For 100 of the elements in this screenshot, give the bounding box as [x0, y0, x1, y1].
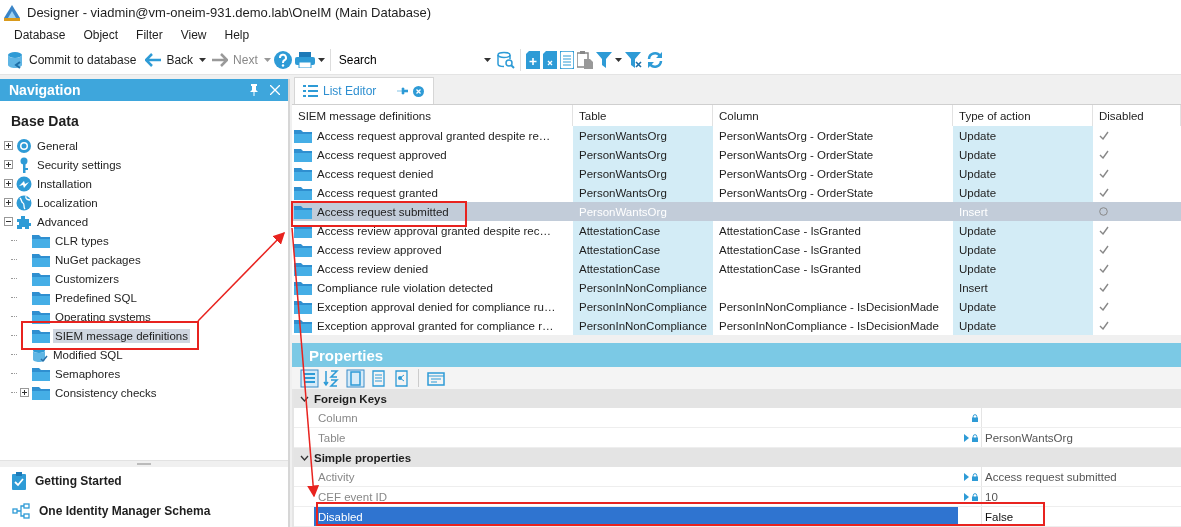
caret-icon[interactable] — [614, 58, 622, 62]
table-cell: Access request submitted — [317, 205, 449, 218]
folder-icon — [294, 318, 312, 333]
page-icon[interactable] — [346, 368, 365, 388]
table-cell: PersonWantsOrg - OrderState — [719, 186, 874, 199]
menu-item[interactable]: Help — [215, 28, 259, 42]
table-cell: Update — [959, 243, 997, 256]
expand-icon[interactable] — [4, 179, 13, 188]
table-cell: Access request denied — [317, 167, 434, 180]
category-title: Simple properties — [314, 451, 412, 464]
column-header[interactable]: SIEM message definitions — [292, 105, 573, 126]
expand-icon[interactable] — [4, 198, 13, 207]
tree-item[interactable]: SIEM message definitions — [53, 328, 190, 343]
tree-item[interactable]: Localization — [35, 195, 100, 210]
table-cell: Update — [959, 148, 997, 161]
commit-button[interactable]: Commit to database — [3, 49, 140, 71]
close-icon[interactable] — [413, 85, 425, 97]
category-row[interactable]: Simple properties — [294, 448, 1181, 467]
tree-item[interactable]: Consistency checks — [53, 385, 159, 400]
category-row[interactable]: Foreign Keys — [294, 389, 1181, 408]
table-cell: Update — [959, 186, 997, 199]
tree-item[interactable]: General — [35, 138, 80, 153]
tree-item[interactable]: CLR types — [53, 233, 111, 248]
new-document-icon[interactable] — [525, 51, 540, 69]
list-icon[interactable] — [369, 368, 388, 388]
table-cell: Update — [959, 319, 997, 332]
table-cell: PersonInNonCompliance - IsDecisionMade — [719, 319, 939, 332]
tree-icon[interactable] — [392, 368, 411, 388]
caret-icon[interactable] — [199, 58, 207, 62]
table-cell: Access review approved — [317, 243, 442, 256]
table-cell: PersonInNonCompliance - IsDecisionMade — [719, 300, 939, 313]
right-arrow-icon — [212, 53, 229, 67]
table-cell: AttestationCase — [579, 224, 661, 237]
table-cell: PersonInNonCompliance — [579, 300, 707, 313]
tree-item[interactable]: Modified SQL — [51, 347, 125, 362]
folder-icon — [294, 204, 312, 219]
menu-item[interactable]: Database — [5, 28, 75, 42]
expand-icon[interactable] — [20, 388, 29, 397]
expand-icon[interactable] — [4, 141, 13, 150]
table-cell: AttestationCase — [579, 243, 661, 256]
lock-icon — [972, 413, 978, 422]
table-cell: PersonInNonCompliance — [579, 319, 707, 332]
table-cell: PersonWantsOrg - OrderState — [719, 148, 874, 161]
tree-item[interactable]: Customizers — [53, 271, 121, 286]
chevron-down-icon[interactable] — [299, 395, 309, 402]
table-cell: Access review approval granted despite rec… — [317, 224, 551, 237]
tree-item[interactable]: Advanced — [35, 214, 91, 229]
pin-icon[interactable] — [250, 84, 258, 96]
database-search-icon[interactable] — [496, 51, 515, 69]
property-row[interactable]: Table PersonWantsOrg — [294, 428, 1181, 448]
tree-item[interactable]: Semaphores — [53, 366, 123, 381]
folder-icon — [32, 328, 50, 343]
tree-item[interactable]: NuGet packages — [53, 252, 143, 267]
property-row[interactable]: Disabled False — [294, 507, 1181, 527]
lock-icon — [972, 472, 978, 481]
puzzle-icon — [16, 213, 32, 230]
folder-icon — [32, 233, 50, 248]
tab[interactable]: List Editor — [294, 77, 435, 104]
back-button[interactable]: Back — [142, 49, 197, 71]
document-icon[interactable] — [559, 51, 574, 69]
printer-icon[interactable] — [294, 52, 315, 68]
property-row[interactable]: CEF event ID 10 — [294, 487, 1181, 507]
menu-item[interactable]: Filter — [127, 28, 172, 42]
tree-item[interactable]: Installation — [35, 176, 94, 191]
property-row[interactable]: Column — [294, 408, 1181, 428]
navigation-link[interactable]: One Identity Manager Schema — [39, 504, 211, 518]
panel-title: Navigation — [9, 82, 82, 98]
caret-icon — [483, 58, 491, 62]
table-cell: PersonWantsOrg - OrderState — [719, 129, 874, 142]
column-header[interactable]: Column — [713, 105, 953, 126]
clear-filter-icon[interactable] — [624, 52, 643, 68]
sort-icon[interactable] — [323, 368, 342, 388]
pin-icon[interactable] — [397, 87, 409, 95]
table-row[interactable]: Access request submitted PersonWantsOrg Insert — [292, 202, 1181, 221]
menu-item[interactable]: View — [171, 28, 216, 42]
folder-icon — [32, 385, 50, 400]
delete-document-icon[interactable] — [542, 51, 557, 69]
chevron-down-icon[interactable] — [299, 454, 309, 461]
close-icon[interactable] — [270, 85, 280, 95]
expand-icon[interactable] — [4, 160, 13, 169]
tree-item[interactable]: Predefined SQL — [53, 290, 139, 305]
tree-item[interactable]: Security settings — [35, 157, 124, 172]
collapse-icon[interactable] — [4, 217, 13, 226]
database-save-icon — [6, 51, 24, 69]
list-icon — [303, 85, 318, 97]
caret-icon[interactable] — [317, 58, 325, 62]
column-header[interactable]: Disabled — [1093, 105, 1181, 126]
table-cell: Exception approval granted for compliance r… — [317, 319, 554, 332]
left-arrow-icon — [145, 53, 162, 67]
refresh-icon[interactable] — [645, 51, 664, 69]
paste-icon[interactable] — [576, 51, 593, 69]
lock-icon — [972, 433, 978, 442]
property-row[interactable]: Activity Access request submitted — [294, 467, 1181, 487]
folder-icon — [32, 271, 50, 286]
table-cell: AttestationCase - IsGranted — [719, 262, 861, 275]
help-icon[interactable] — [273, 51, 292, 69]
menu-item[interactable]: Object — [74, 28, 128, 42]
navigation-link[interactable]: Getting Started — [35, 474, 122, 488]
table-cell: AttestationCase - IsGranted — [719, 224, 861, 237]
categorized-view-icon[interactable] — [300, 368, 319, 388]
